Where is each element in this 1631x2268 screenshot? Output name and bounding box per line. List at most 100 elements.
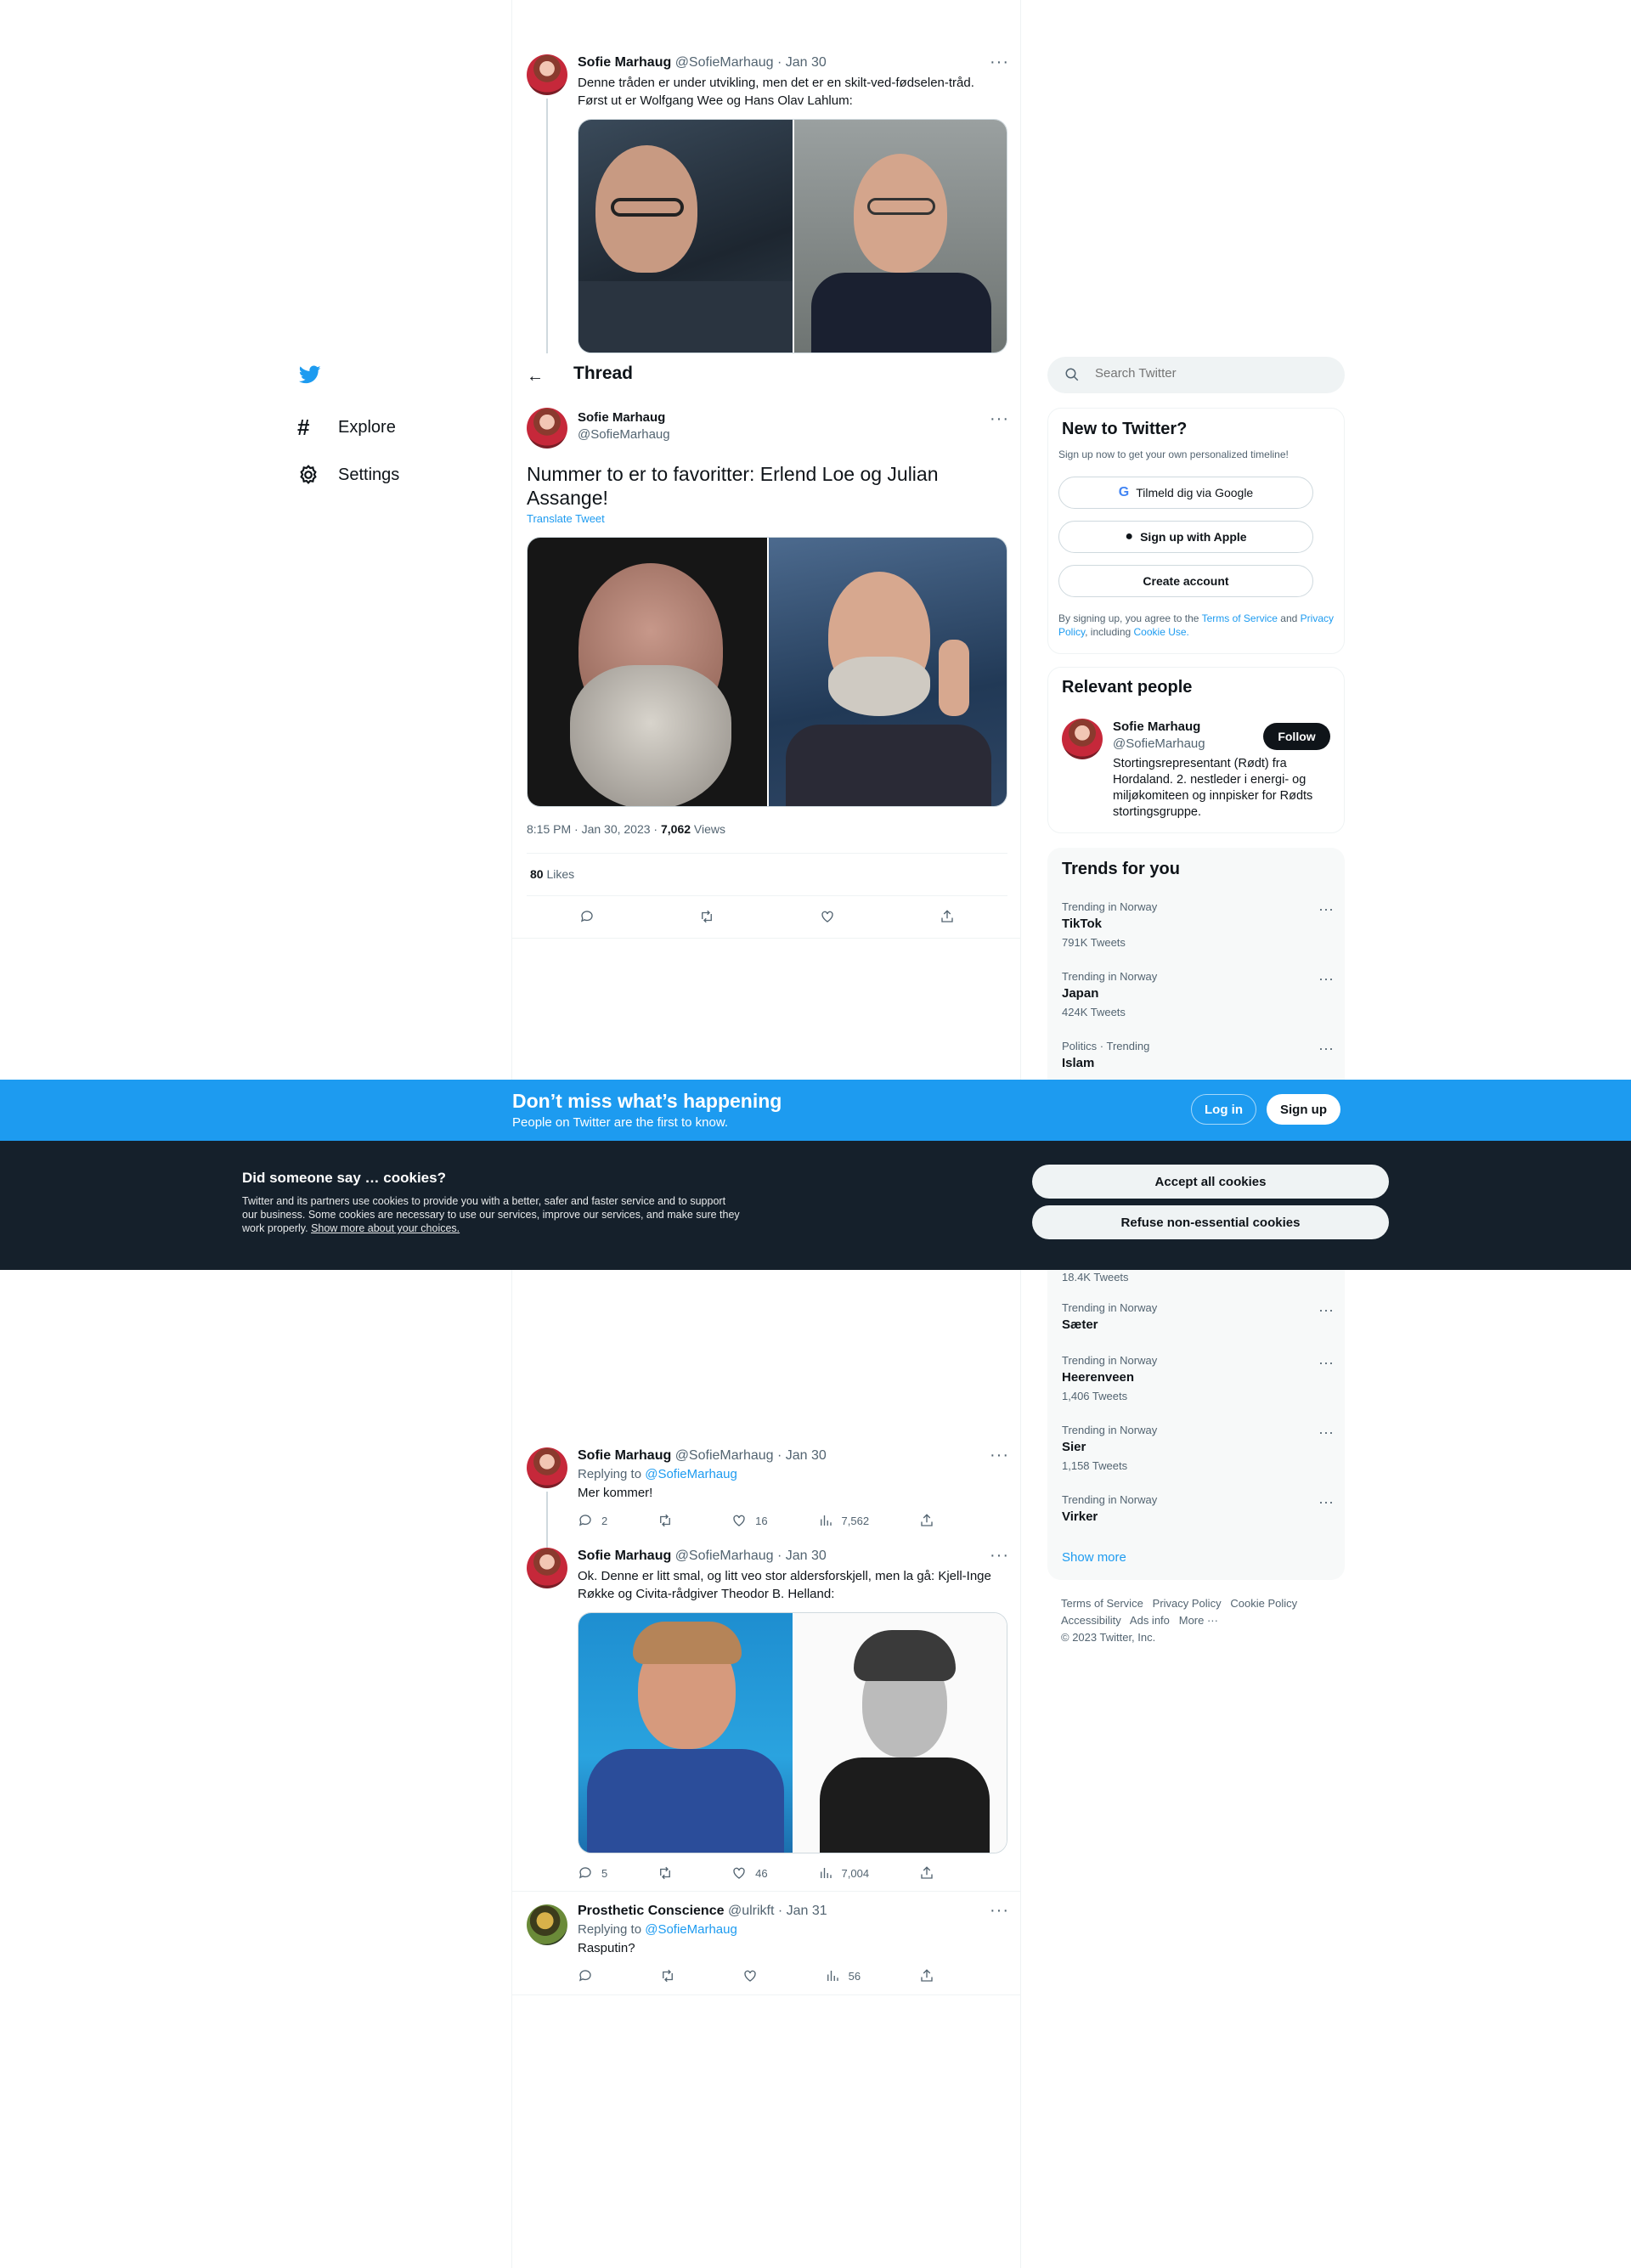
views-action[interactable]: 56 xyxy=(825,1968,861,1983)
author-handle[interactable]: @SofieMarhaug xyxy=(578,427,670,442)
author-name[interactable]: Prosthetic Conscience xyxy=(578,1904,725,1918)
trend-item[interactable]: Trending in Norway Sier 1,158 Tweets ··· xyxy=(1062,1424,1334,1472)
tweet-date[interactable]: · Jan 31 xyxy=(778,1904,827,1918)
more-options-icon[interactable]: ··· xyxy=(1318,1424,1334,1441)
tweet-header: Sofie Marhaug @SofieMarhaug · Jan 30 xyxy=(578,1549,827,1564)
like-action[interactable]: 46 xyxy=(731,1865,768,1881)
views-action[interactable]: 7,562 xyxy=(818,1513,869,1528)
tweet-date[interactable]: · Jan 30 xyxy=(777,55,827,70)
refuse-cookies-button[interactable]: Refuse non-essential cookies xyxy=(1032,1205,1389,1239)
more-options-icon[interactable]: ··· xyxy=(990,1902,1009,1919)
more-options-icon[interactable]: ··· xyxy=(1318,1301,1334,1319)
tweet-photo[interactable] xyxy=(527,537,1007,807)
tweet-photo[interactable] xyxy=(578,1612,1007,1853)
reply-action[interactable]: 5 xyxy=(578,1865,607,1881)
footer-cookie[interactable]: Cookie Policy xyxy=(1230,1597,1297,1610)
accept-cookies-button[interactable]: Accept all cookies xyxy=(1032,1165,1389,1199)
more-options-icon[interactable]: ··· xyxy=(1318,1040,1334,1058)
trend-item[interactable]: Trending in Norway Sæter ··· xyxy=(1062,1301,1334,1332)
share-icon[interactable] xyxy=(940,909,955,924)
cookie-use-link[interactable]: Cookie Use. xyxy=(1134,626,1189,638)
cookie-consent-bar: Did someone say … cookies? Twitter and i… xyxy=(0,1141,1631,1270)
reply-icon[interactable] xyxy=(579,909,595,924)
back-arrow-icon[interactable]: ← xyxy=(527,367,544,386)
apple-signup-button[interactable]: ● Sign up with Apple xyxy=(1058,521,1313,553)
footer-terms[interactable]: Terms of Service xyxy=(1061,1597,1143,1610)
login-button[interactable]: Log in xyxy=(1191,1094,1256,1125)
like-action[interactable]: 16 xyxy=(731,1513,768,1528)
reply-action[interactable]: 2 xyxy=(578,1513,607,1528)
translate-link[interactable]: Translate Tweet xyxy=(527,512,605,525)
author-name[interactable]: Sofie Marhaug xyxy=(578,1549,671,1563)
tweet-date[interactable]: · Jan 30 xyxy=(777,1448,827,1463)
nav-settings[interactable]: Settings xyxy=(297,464,399,486)
avatar[interactable] xyxy=(527,54,567,95)
avatar[interactable] xyxy=(527,1447,567,1488)
trend-item[interactable]: Trending in Norway Heerenveen 1,406 Twee… xyxy=(1062,1354,1334,1402)
more-options-icon[interactable]: ··· xyxy=(990,1447,1009,1464)
replying-to-link[interactable]: @SofieMarhaug xyxy=(645,1467,737,1481)
footer-ads[interactable]: Ads info xyxy=(1130,1614,1170,1627)
more-options-icon[interactable]: ··· xyxy=(1318,970,1334,988)
trend-item[interactable]: Trending in Norway Virker ··· xyxy=(1062,1493,1334,1524)
retweet-action[interactable] xyxy=(657,1513,681,1528)
show-more-link[interactable]: Show more xyxy=(1062,1550,1126,1565)
author-name[interactable]: Sofie Marhaug xyxy=(578,1448,671,1463)
tweet-actions: 5 46 7,004 xyxy=(578,1865,934,1881)
retweet-action[interactable] xyxy=(660,1968,684,1983)
create-account-button[interactable]: Create account xyxy=(1058,565,1313,597)
footer: Terms of Service Privacy Policy Cookie P… xyxy=(1061,1595,1350,1646)
search-input[interactable] xyxy=(1095,366,1316,381)
person-handle[interactable]: @SofieMarhaug xyxy=(1113,736,1205,751)
more-options-icon[interactable]: ··· xyxy=(1318,1354,1334,1372)
author-handle[interactable]: @SofieMarhaug xyxy=(675,55,774,70)
views-action[interactable]: 7,004 xyxy=(818,1865,869,1881)
avatar[interactable] xyxy=(527,1548,567,1588)
retweet-icon[interactable] xyxy=(699,909,714,924)
share-icon[interactable] xyxy=(919,1865,934,1881)
like-icon[interactable] xyxy=(820,909,835,924)
signup-subtitle: Sign up now to get your own personalized… xyxy=(1058,449,1289,460)
author-handle[interactable]: @SofieMarhaug xyxy=(675,1448,774,1463)
tweet-actions: 56 xyxy=(578,1968,934,1983)
replying-to-link[interactable]: @SofieMarhaug xyxy=(645,1922,737,1937)
footer-accessibility[interactable]: Accessibility xyxy=(1061,1614,1121,1627)
likes-stat[interactable]: 80 Likes xyxy=(530,867,574,881)
trends-title: Trends for you xyxy=(1062,860,1180,878)
reply-action[interactable] xyxy=(578,1968,601,1983)
cookie-choices-link[interactable]: Show more about your choices. xyxy=(311,1222,460,1234)
more-options-icon[interactable]: ··· xyxy=(1318,900,1334,918)
divider xyxy=(527,853,1007,854)
nav-explore[interactable]: # Explore xyxy=(297,415,396,441)
more-options-icon[interactable]: ··· xyxy=(1318,1493,1334,1511)
author-handle[interactable]: @ulrikft xyxy=(728,1904,774,1918)
author-name[interactable]: Sofie Marhaug xyxy=(578,55,671,70)
retweet-icon xyxy=(657,1513,673,1528)
signup-button[interactable]: Sign up xyxy=(1267,1094,1340,1125)
trend-item[interactable]: Politics · Trending Islam ··· xyxy=(1062,1040,1334,1075)
share-icon[interactable] xyxy=(919,1513,934,1528)
author-handle[interactable]: @SofieMarhaug xyxy=(675,1549,774,1563)
more-options-icon[interactable]: ··· xyxy=(990,1547,1009,1564)
tweet-photo[interactable] xyxy=(578,119,1007,353)
retweet-action[interactable] xyxy=(657,1865,681,1881)
avatar[interactable] xyxy=(527,1904,567,1945)
share-icon[interactable] xyxy=(919,1968,934,1983)
trend-item[interactable]: Trending in Norway Japan 424K Tweets ··· xyxy=(1062,970,1334,1018)
trend-item[interactable]: Trending in Norway TikTok 791K Tweets ··… xyxy=(1062,900,1334,949)
avatar[interactable] xyxy=(1062,719,1103,759)
twitter-logo-icon[interactable] xyxy=(297,364,325,387)
author-name[interactable]: Sofie Marhaug xyxy=(578,410,665,425)
terms-link[interactable]: Terms of Service xyxy=(1202,612,1278,624)
avatar[interactable] xyxy=(527,408,567,449)
person-name[interactable]: Sofie Marhaug xyxy=(1113,719,1200,734)
google-signup-button[interactable]: G Tilmeld dig via Google xyxy=(1058,477,1313,509)
follow-button[interactable]: Follow xyxy=(1263,723,1330,750)
tweet-date[interactable]: · Jan 30 xyxy=(777,1549,827,1563)
footer-privacy[interactable]: Privacy Policy xyxy=(1153,1597,1222,1610)
more-options-icon[interactable]: ··· xyxy=(990,54,1009,71)
search-box[interactable] xyxy=(1047,357,1345,393)
like-action[interactable] xyxy=(742,1968,766,1983)
more-options-icon[interactable]: ··· xyxy=(990,410,1009,427)
footer-more[interactable]: More ··· xyxy=(1179,1614,1218,1627)
